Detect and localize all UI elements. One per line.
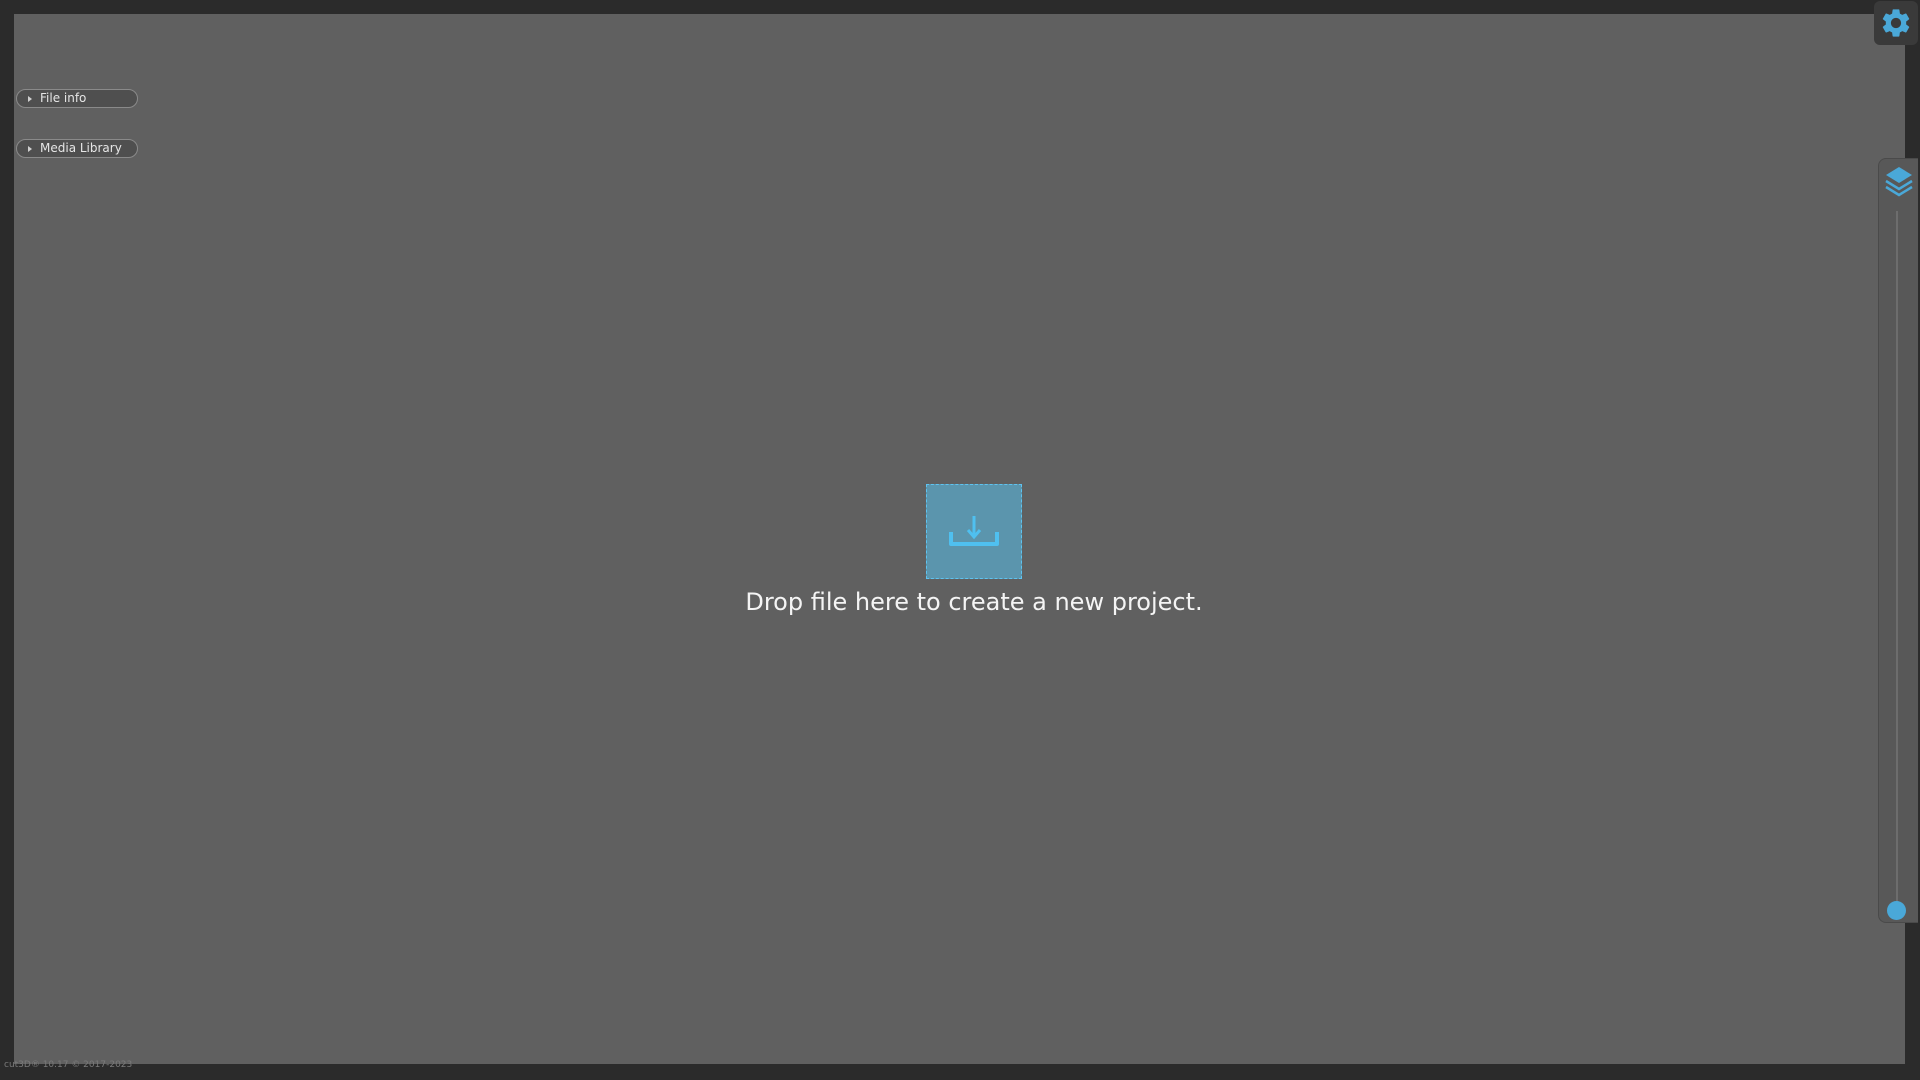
expand-caret-icon — [28, 145, 32, 152]
layers-button[interactable] — [1883, 163, 1915, 199]
version-footer: cut3D® 10.17 © 2017-2023 — [4, 1060, 133, 1070]
layers-icon — [1885, 167, 1913, 197]
layer-slider-track[interactable] — [1896, 211, 1898, 911]
settings-button[interactable] — [1874, 1, 1918, 45]
file-info-label: File info — [40, 91, 87, 105]
file-info-toggle[interactable]: File info — [16, 89, 138, 108]
file-drop-zone[interactable] — [926, 484, 1022, 579]
media-library-toggle[interactable]: Media Library — [16, 139, 138, 158]
main-viewport[interactable]: File info Media Library Drop file here t… — [14, 14, 1905, 1064]
gear-icon — [1882, 9, 1910, 37]
media-library-label: Media Library — [40, 141, 122, 155]
drop-zone-message: Drop file here to create a new project. — [745, 588, 1203, 616]
layer-slider-thumb[interactable] — [1887, 901, 1906, 920]
download-tray-icon — [949, 515, 999, 546]
expand-caret-icon — [28, 95, 32, 102]
app-window: File info Media Library Drop file here t… — [0, 0, 1920, 1080]
layer-sidebar — [1878, 158, 1918, 923]
